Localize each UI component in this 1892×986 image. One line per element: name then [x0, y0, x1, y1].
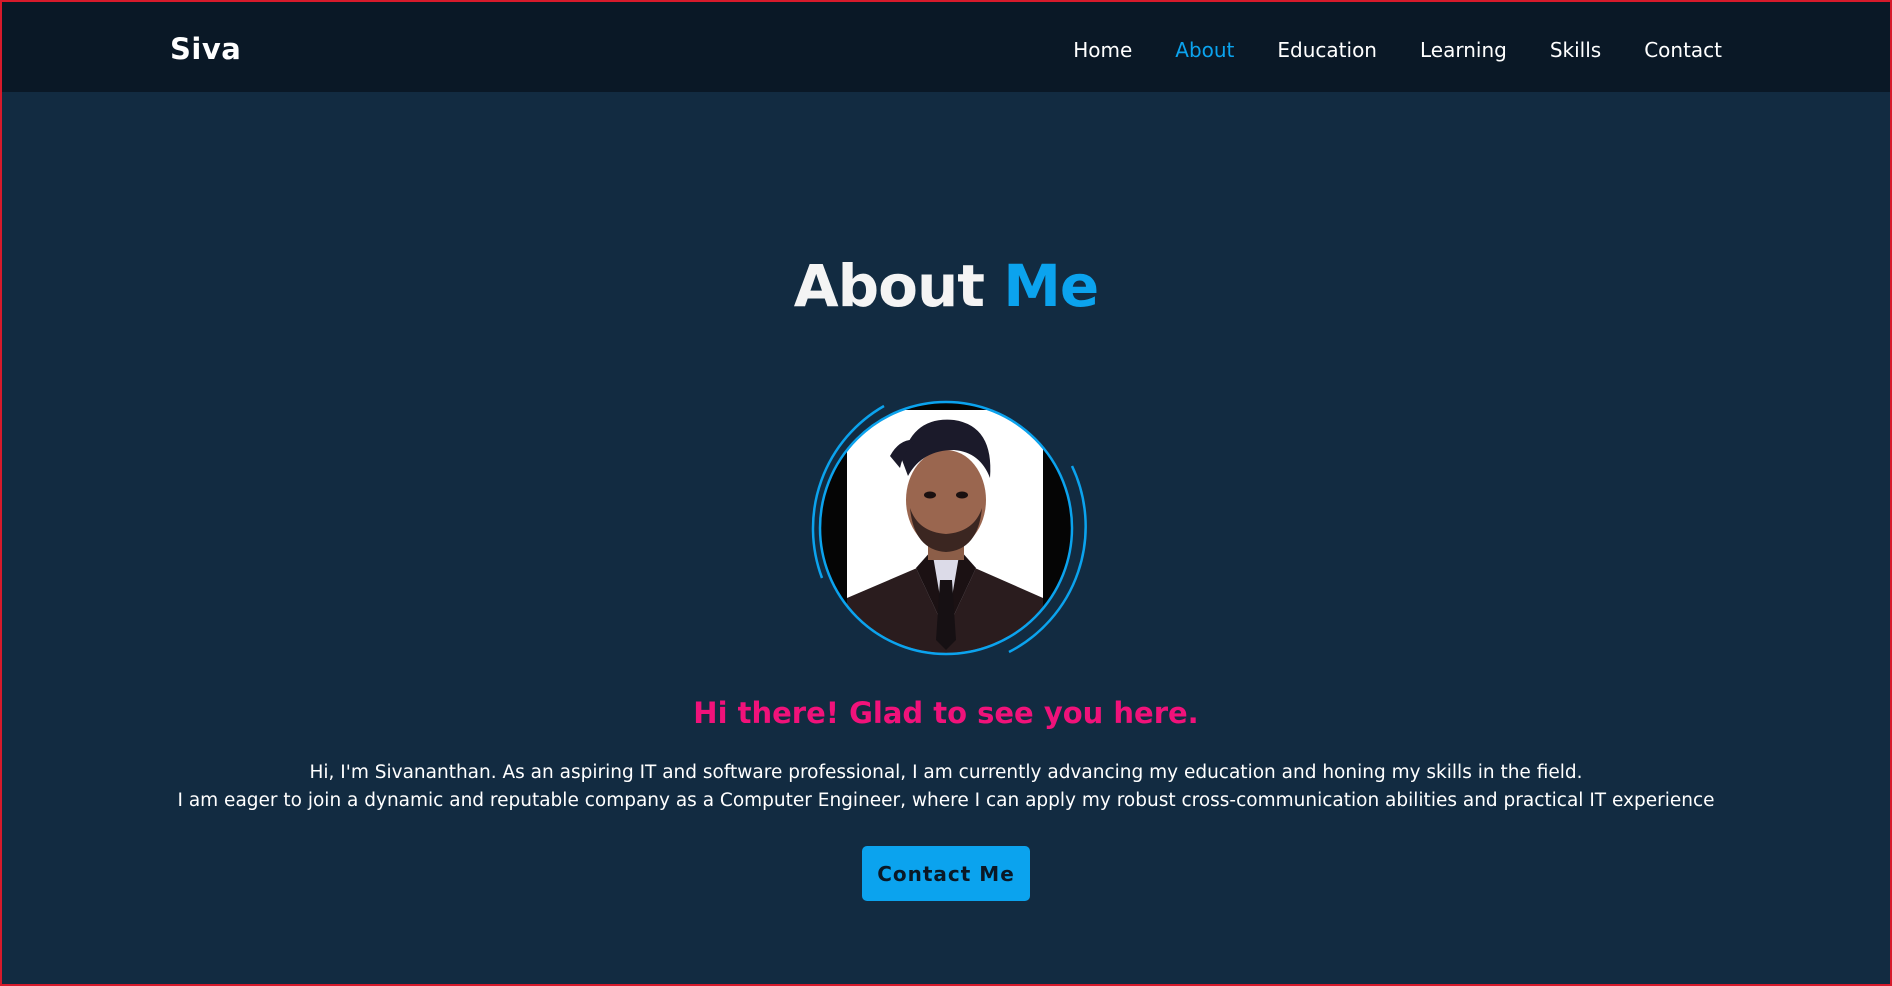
nav-link-home[interactable]: Home	[1073, 38, 1132, 62]
nav-link-learning[interactable]: Learning	[1420, 38, 1507, 62]
title-main: About	[793, 252, 985, 320]
bio-line-2: I am eager to join a dynamic and reputab…	[177, 790, 1715, 811]
nav-link-contact[interactable]: Contact	[1644, 38, 1722, 62]
nav-link-education[interactable]: Education	[1277, 38, 1377, 62]
nav-links: Home About Education Learning Skills Con…	[1073, 38, 1722, 62]
bio-text: Hi, I'm Sivananthan. As an aspiring IT a…	[2, 759, 1890, 815]
greeting-heading: Hi there! Glad to see you here.	[693, 696, 1199, 730]
brand-logo[interactable]: Siva	[170, 32, 241, 66]
section-title: About Me	[2, 252, 1890, 320]
profile-photo-icon	[811, 400, 1087, 656]
nav-link-about[interactable]: About	[1175, 38, 1234, 62]
bio-line-1: Hi, I'm Sivananthan. As an aspiring IT a…	[309, 762, 1583, 783]
navbar: Siva Home About Education Learning Skill…	[2, 2, 1890, 92]
title-accent: Me	[1003, 252, 1099, 320]
avatar	[804, 400, 1088, 660]
nav-link-skills[interactable]: Skills	[1550, 38, 1601, 62]
contact-me-button[interactable]: Contact Me	[862, 846, 1030, 901]
